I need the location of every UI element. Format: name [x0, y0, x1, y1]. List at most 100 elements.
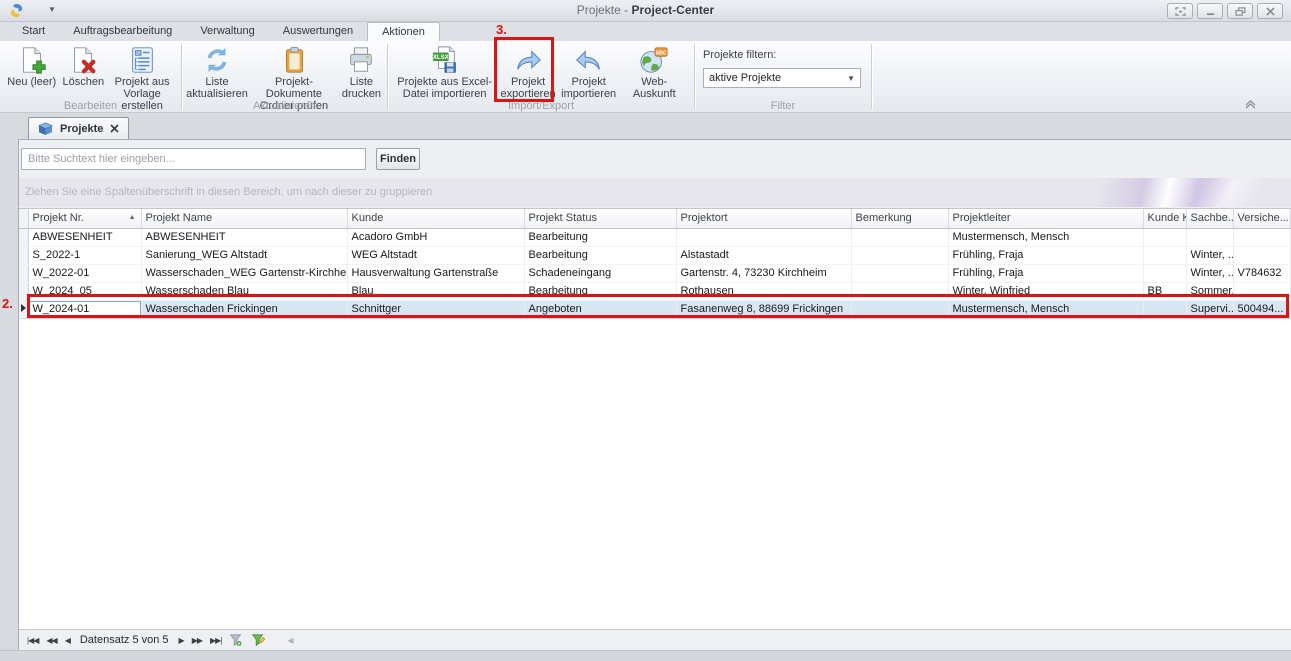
import-project-button[interactable]: Projekt importieren [559, 44, 619, 101]
grid-cell[interactable]: Sanierung_WEG Altstadt [141, 246, 347, 264]
ribbon-tab-verwaltung[interactable]: Verwaltung [186, 22, 268, 41]
grid-cell[interactable]: Wasserschaden Blau [141, 282, 347, 300]
grid-cell[interactable]: Blau [347, 282, 524, 300]
export-project-button[interactable]: Projekt exportieren [497, 44, 559, 101]
grid-cell[interactable]: Mustermensch, Mensch [948, 228, 1143, 246]
nav-next-page-button[interactable]: ▶▶ [192, 636, 202, 645]
grid-cell[interactable]: 500494... [1233, 300, 1290, 318]
print-list-button[interactable]: Liste drucken [340, 44, 383, 101]
column-header-projekt-nr[interactable]: Projekt Nr. ▲ [28, 209, 141, 228]
ribbon-tab-aktionen[interactable]: Aktionen [367, 22, 440, 41]
grid-cell[interactable] [1233, 228, 1290, 246]
minimize-button[interactable] [1197, 3, 1223, 19]
grid-cell[interactable] [851, 264, 948, 282]
grid-cell[interactable]: Rothausen [676, 282, 851, 300]
grid-cell[interactable]: Sommer... [1186, 282, 1233, 300]
grid-cell[interactable]: Frühling, Fraja [948, 246, 1143, 264]
grid-cell[interactable] [851, 282, 948, 300]
filter-icon[interactable] [229, 633, 243, 647]
project-filter-combobox[interactable]: aktive Projekte ▼ [703, 68, 861, 88]
grid-cell[interactable] [1143, 246, 1186, 264]
grid-cell[interactable]: Acadoro GmbH [347, 228, 524, 246]
grid-cell[interactable] [851, 300, 948, 318]
find-button[interactable]: Finden [376, 148, 420, 170]
clipboard-icon [279, 45, 309, 75]
collapse-ribbon-icon[interactable] [1244, 99, 1257, 109]
refresh-list-button[interactable]: Liste aktualisieren [186, 44, 248, 101]
grid-cell[interactable]: Gartenstr. 4, 73230 Kirchheim [676, 264, 851, 282]
grid-cell[interactable] [1233, 282, 1290, 300]
grid-cell[interactable]: BB [1143, 282, 1186, 300]
import-projects-excel-button[interactable]: XLSX Projekte aus Excel-Datei importiere… [392, 44, 497, 101]
group-by-panel[interactable]: Ziehen Sie eine Spaltenüberschrift in di… [19, 178, 1291, 207]
grid-cell[interactable]: Schadeneingang [524, 264, 676, 282]
delete-button[interactable]: Löschen [59, 44, 107, 89]
grid-cell[interactable]: Wasserschaden_WEG Gartenstr-Kirchheim [141, 264, 347, 282]
grid-cell[interactable]: WEG Altstadt [347, 246, 524, 264]
hscroll-left-arrow[interactable]: ◀ [287, 636, 293, 645]
column-header-projektleiter[interactable]: Projektleiter [948, 209, 1143, 228]
table-row[interactable]: ABWESENHEIT ABWESENHEIT Acadoro GmbH Bea… [19, 228, 1290, 246]
grid-cell[interactable]: Bearbeitung [524, 282, 676, 300]
restore-button[interactable] [1227, 3, 1253, 19]
grid-cell[interactable]: Alstastadt [676, 246, 851, 264]
nav-first-record-button[interactable]: |◀◀ [27, 636, 38, 645]
grid-cell[interactable] [851, 246, 948, 264]
nav-prev-record-button[interactable]: ◀ [65, 636, 70, 645]
grid-cell[interactable] [1233, 246, 1290, 264]
grid-cell[interactable]: Winter, Winfried [948, 282, 1143, 300]
column-header-kunde[interactable]: Kunde [347, 209, 524, 228]
row-indicator [19, 246, 28, 264]
grid-cell[interactable]: Winter, ... [1186, 246, 1233, 264]
grid-cell[interactable]: Supervi... [1186, 300, 1233, 318]
grid-cell[interactable]: Mustermensch, Mensch [948, 300, 1143, 318]
table-row[interactable]: W_2024_05 Wasserschaden Blau Blau Bearbe… [19, 282, 1290, 300]
new-empty-button[interactable]: Neu (leer) [4, 44, 59, 89]
fit-screen-button[interactable] [1167, 3, 1193, 19]
grid-cell[interactable]: Frühling, Fraja [948, 264, 1143, 282]
grid-cell[interactable]: Schnittger [347, 300, 524, 318]
nav-prev-page-button[interactable]: ◀◀ [46, 636, 56, 645]
ribbon-tab-auftragsbearbeitung[interactable]: Auftragsbearbeitung [59, 22, 186, 41]
column-header-projekt-status[interactable]: Projekt Status [524, 209, 676, 228]
web-auskunft-button[interactable]: ABC Web-Auskunft [618, 44, 690, 101]
table-row[interactable]: W_2022-01 Wasserschaden_WEG Gartenstr-Ki… [19, 264, 1290, 282]
edit-filter-icon[interactable] [251, 633, 265, 647]
search-input[interactable] [21, 148, 366, 170]
grid-cell[interactable]: Bearbeitung [524, 246, 676, 264]
column-header-versicherung[interactable]: Versiche... [1233, 209, 1290, 228]
nav-next-record-button[interactable]: ▶ [179, 636, 184, 645]
grid-cell[interactable] [1143, 228, 1186, 246]
table-row[interactable]: S_2022-1 Sanierung_WEG Altstadt WEG Alts… [19, 246, 1290, 264]
column-header-sachbearbeiter[interactable]: Sachbe... [1186, 209, 1233, 228]
grid-cell[interactable]: Angeboten [524, 300, 676, 318]
grid-cell[interactable]: Wasserschaden Frickingen [141, 300, 347, 318]
table-row-selected[interactable]: W_2024-01 Wasserschaden Frickingen Schni… [19, 300, 1290, 318]
grid-cell[interactable]: V784632 [1233, 264, 1290, 282]
close-button[interactable] [1257, 3, 1283, 19]
grid-cell[interactable] [1143, 300, 1186, 318]
nav-last-record-button[interactable]: ▶▶| [210, 636, 221, 645]
tab-close-icon[interactable] [110, 124, 119, 133]
column-header-kunde-k[interactable]: Kunde K... [1143, 209, 1186, 228]
grid-cell[interactable]: W_2024_05 [28, 282, 141, 300]
ribbon-tab-auswertungen[interactable]: Auswertungen [269, 22, 367, 41]
grid-cell[interactable] [1143, 264, 1186, 282]
column-header-projektort[interactable]: Projektort [676, 209, 851, 228]
grid-cell[interactable] [851, 228, 948, 246]
ribbon-tab-start[interactable]: Start [8, 22, 59, 41]
grid-cell[interactable]: ABWESENHEIT [28, 228, 141, 246]
grid-cell[interactable]: W_2022-01 [28, 264, 141, 282]
grid-cell-focused[interactable]: W_2024-01 [28, 300, 141, 318]
tab-projekte[interactable]: Projekte [28, 117, 129, 139]
grid-cell[interactable] [1186, 228, 1233, 246]
column-header-bemerkung[interactable]: Bemerkung [851, 209, 948, 228]
grid-cell[interactable]: S_2022-1 [28, 246, 141, 264]
grid-cell[interactable]: Fasanenweg 8, 88699 Frickingen [676, 300, 851, 318]
grid-cell[interactable]: ABWESENHEIT [141, 228, 347, 246]
column-header-projekt-name[interactable]: Projekt Name [141, 209, 347, 228]
grid-cell[interactable] [676, 228, 851, 246]
grid-cell[interactable]: Winter, ... [1186, 264, 1233, 282]
grid-cell[interactable]: Bearbeitung [524, 228, 676, 246]
grid-cell[interactable]: Hausverwaltung Gartenstraße [347, 264, 524, 282]
